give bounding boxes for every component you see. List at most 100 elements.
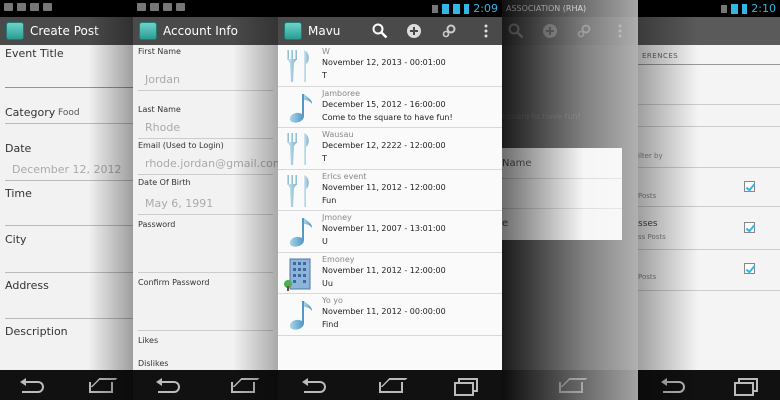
first-name-input[interactable]: Jordan [145,73,180,86]
faded-list-text: square to have fun! [502,112,581,121]
play-icon [43,3,52,11]
event-name: W [322,47,330,56]
play-icon [176,3,185,11]
music-icon [282,90,316,126]
search-icon[interactable] [508,23,524,39]
time-input[interactable] [5,225,133,226]
pref-row-2-checkbox[interactable] [744,222,755,233]
date-label: Date [5,142,32,155]
overflow-menu-icon[interactable] [612,23,628,39]
address-label: Address [5,279,49,292]
category-select[interactable]: Food [58,108,80,118]
status-indicators: 2:09 [432,2,498,15]
dob-label: Date Of Birth [138,178,191,187]
preferences-header: ERENCES [642,52,679,60]
add-icon[interactable] [406,23,422,39]
mail-icon [4,3,13,11]
last-name-input[interactable]: Rhode [145,121,180,134]
list-item[interactable]: Erics event November 11, 2012 - 12:00:00 F… [278,170,502,211]
back-icon[interactable] [660,378,687,393]
event-date: November 11, 2012 - 12:00:00 [322,265,446,275]
dialog-divider [502,208,622,209]
event-date: November 12, 2013 - 00:01:00 [322,58,446,67]
back-icon[interactable] [302,378,328,393]
overflow-menu-icon[interactable] [478,23,494,39]
search-icon[interactable] [372,23,388,39]
email-input[interactable]: rhode.jordan@gmail.com [145,157,278,170]
add-icon[interactable] [542,23,558,39]
settings-icon[interactable] [441,23,457,39]
pref-divider [638,206,780,207]
event-name: Emoney [322,254,355,264]
event-list[interactable]: W November 12, 2013 - 00:01:00 T Jamboree De… [278,45,502,370]
event-name: Jamboree [322,88,360,98]
status-bar [133,0,278,17]
pref-divider [638,290,780,291]
dob-input[interactable]: May 6, 1991 [145,197,213,210]
event-name: Jmoney [322,213,352,222]
pref-divider [638,249,780,250]
image-icon [163,3,172,11]
confirm-password-input[interactable] [138,330,273,331]
event-title-input[interactable] [5,87,133,88]
alarm-icon [721,4,728,13]
screen-title: ASSOCIATION (RHA) [506,4,587,13]
app-logo-icon[interactable] [139,22,157,40]
notification-icons [4,3,52,11]
notification-icons [137,3,185,11]
list-item[interactable]: Jamboree December 15, 2012 - 16:00:00 Come… [278,87,502,128]
home-icon[interactable] [377,378,403,393]
app-showcase: Create Post Event Title Category Food Da… [0,0,780,400]
settings-icon[interactable] [576,23,592,39]
mavu-event-list-screen: 2:09 Mavu W November 12, 2013 - 00:01:00 T… [278,0,502,400]
password-input[interactable] [138,272,273,273]
list-item[interactable]: Wausau December 12, 2222 - 12:00:00 T [278,128,502,170]
dislikes-label: Dislikes [138,359,169,368]
event-title-label: Event Title [5,47,64,60]
home-icon[interactable] [557,378,583,393]
event-description: U [322,237,328,246]
list-item[interactable]: W November 12, 2013 - 00:01:00 T [278,45,502,87]
screen-title: Account Info [163,24,238,38]
pref-row-1-checkbox[interactable] [744,181,755,192]
pref-divider [638,126,780,127]
confirm-password-label: Confirm Password [138,278,210,287]
recent-apps-icon[interactable] [732,378,758,396]
event-description: Fun [322,195,337,205]
back-icon[interactable] [156,378,182,393]
recent-apps-icon[interactable] [452,378,478,396]
back-icon[interactable] [20,378,46,393]
app-logo-icon[interactable] [284,22,302,40]
action-bar: Mavu [278,17,502,45]
dialog-option-2[interactable]: e [502,218,508,229]
list-item[interactable]: Jmoney November 11, 2007 - 13:01:00 U [278,211,502,253]
address-input[interactable] [5,318,133,319]
email-label: Email (Used to Login) [138,141,224,150]
nav-bar [502,370,638,400]
password-label: Password [138,220,176,229]
event-name: Wausau [322,130,354,139]
pref-row-3-checkbox[interactable] [744,263,755,274]
music-icon [282,297,316,333]
selection-dialog: Name e [502,148,622,240]
dialog-option-name[interactable]: Name [502,158,532,169]
list-item[interactable]: Emoney November 11, 2012 - 12:00:00 Uu [278,253,502,294]
event-date: December 15, 2012 - 16:00:00 [322,99,446,109]
city-input[interactable] [5,272,133,273]
list-item[interactable]: Yo yo November 11, 2012 - 00:00:00 Find [278,294,502,336]
status-bar: 2:09 [278,0,502,17]
account-info-screen: Account Info First Name Jordan Last Name… [133,0,278,400]
food-icon [282,131,316,167]
category-label: Category [5,106,56,119]
date-input[interactable]: December 12, 2012 [12,163,122,176]
pref-divider [638,167,780,168]
mail-icon [137,3,146,11]
first-name-label: First Name [138,47,181,56]
filter-by-label: ilter by [638,152,663,160]
app-logo-icon[interactable] [6,22,24,40]
description-label: Description [5,325,68,338]
event-date: November 11, 2012 - 00:00:00 [322,307,446,316]
home-icon[interactable] [229,378,255,393]
status-bar: ASSOCIATION (RHA) [502,0,638,17]
home-icon[interactable] [87,378,113,393]
